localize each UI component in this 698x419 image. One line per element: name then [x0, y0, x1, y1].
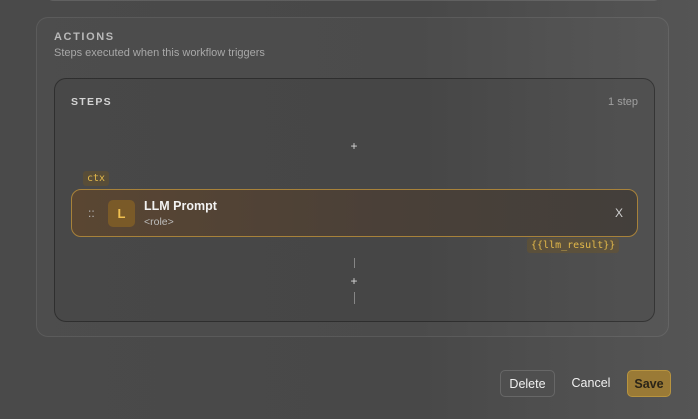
save-button[interactable]: Save	[627, 370, 671, 397]
add-step-button-top[interactable]: +	[346, 138, 362, 154]
step-input-tag: ctx	[83, 171, 110, 186]
step-connector	[354, 292, 355, 304]
step-subtitle: <role>	[144, 216, 174, 228]
steps-title: STEPS	[71, 96, 112, 108]
drag-handle-icon[interactable]: ::	[88, 206, 95, 220]
add-step-button-bottom[interactable]: +	[346, 273, 362, 289]
step-card-llm-prompt[interactable]: :: L LLM Prompt <role> X	[71, 189, 638, 237]
steps-panel: STEPS 1 step + ctx :: L LLM Prompt <role…	[54, 78, 655, 322]
previous-card-edge	[44, 0, 663, 1]
delete-button[interactable]: Delete	[500, 370, 555, 397]
actions-subtitle: Steps executed when this workflow trigge…	[54, 47, 265, 59]
cancel-button[interactable]: Cancel	[566, 370, 616, 397]
actions-section: ACTIONS Steps executed when this workflo…	[36, 17, 669, 337]
remove-step-button[interactable]: X	[615, 206, 623, 220]
actions-title: ACTIONS	[54, 31, 115, 43]
steps-count: 1 step	[608, 96, 638, 108]
step-output-tag: {{llm_result}}	[527, 238, 620, 253]
step-name: LLM Prompt	[144, 199, 217, 213]
step-connector	[354, 258, 355, 268]
step-type-icon: L	[108, 200, 135, 227]
